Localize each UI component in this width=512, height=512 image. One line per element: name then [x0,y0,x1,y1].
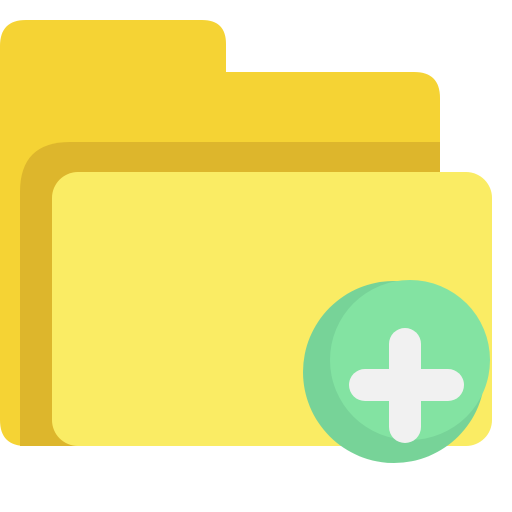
icon-canvas [0,0,512,512]
folder-add-icon[interactable] [0,0,512,512]
